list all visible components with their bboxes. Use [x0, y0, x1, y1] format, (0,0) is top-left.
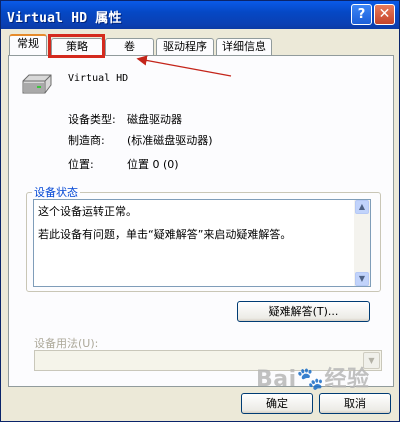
help-button[interactable]: ? — [351, 4, 372, 25]
scroll-up-icon[interactable]: ▲ — [355, 200, 369, 214]
device-type-label: 设备类型: — [68, 113, 116, 126]
properties-dialog: Virtual HD 属性 ? ✕ 常规 策略 卷 驱动程序 详细信息 Virt… — [0, 0, 400, 422]
tab-details[interactable]: 详细信息 — [216, 38, 272, 55]
close-button[interactable]: ✕ — [374, 4, 395, 25]
device-status-textbox[interactable]: 这个设备运转正常。 若此设备有问题，单击“疑难解答”来启动疑难解答。 ▲ ▼ — [33, 199, 371, 287]
watermark: Bai🐾经验 — [256, 367, 370, 392]
tab-driver[interactable]: 驱动程序 — [156, 38, 214, 55]
scroll-down-icon[interactable]: ▼ — [355, 272, 369, 286]
tab-volumes[interactable]: 卷 — [105, 38, 154, 55]
cancel-button[interactable]: 取消 — [319, 393, 391, 414]
status-line-2: 若此设备有问题，单击“疑难解答”来启动疑难解答。 — [38, 228, 292, 241]
title-bar[interactable]: Virtual HD 属性 ? ✕ — [1, 1, 399, 29]
device-usage-label: 设备用法(U): — [34, 337, 99, 350]
manufacturer-value: (标准磁盘驱动器) — [127, 134, 213, 147]
status-scrollbar[interactable]: ▲ ▼ — [354, 200, 370, 286]
device-name: Virtual HD — [68, 73, 129, 84]
status-line-1: 这个设备运转正常。 — [38, 205, 137, 218]
tab-general-label: 常规 — [17, 37, 39, 50]
device-status-title: 设备状态 — [32, 184, 80, 200]
window-title: Virtual HD 属性 — [7, 11, 122, 26]
troubleshoot-button[interactable]: 疑难解答(T)... — [237, 301, 370, 322]
tab-volumes-label: 卷 — [124, 40, 135, 53]
policies-tab-highlight — [48, 34, 105, 58]
ok-button[interactable]: 确定 — [241, 393, 313, 414]
location-label: 位置: — [68, 158, 94, 171]
manufacturer-label: 制造商: — [68, 134, 105, 147]
hard-disk-icon — [22, 74, 52, 94]
tab-general[interactable]: 常规 — [9, 34, 47, 55]
tab-driver-label: 驱动程序 — [163, 40, 207, 53]
device-type-value: 磁盘驱动器 — [127, 113, 182, 126]
tab-details-label: 详细信息 — [222, 40, 266, 53]
location-value: 位置 0 (0) — [127, 158, 179, 171]
